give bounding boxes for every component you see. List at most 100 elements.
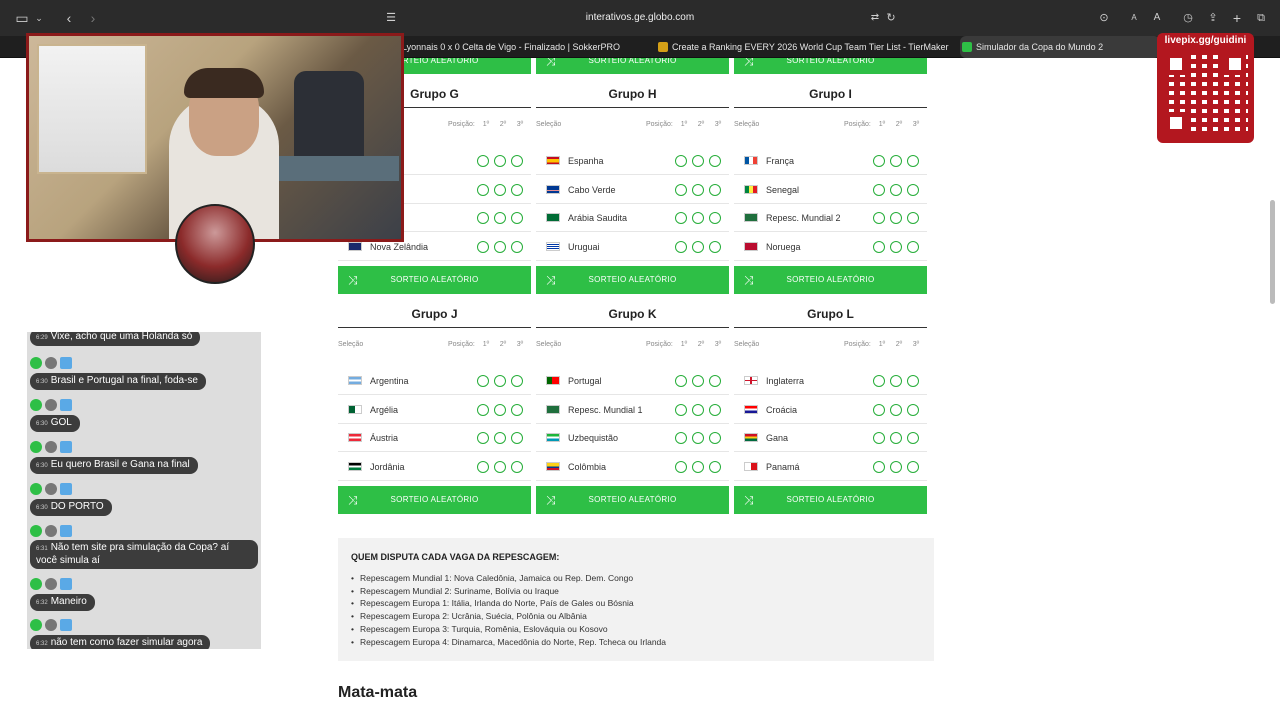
position-3-radio[interactable] — [511, 403, 523, 416]
position-3-radio[interactable] — [709, 183, 721, 196]
position-1-radio[interactable] — [873, 183, 885, 196]
share-icon[interactable]: ⇪ — [1205, 0, 1221, 36]
chat-text: Eu quero Brasil e Gana na final — [50, 459, 190, 470]
position-1-radio[interactable] — [675, 461, 687, 474]
history-icon[interactable]: ◷ — [1180, 0, 1196, 36]
position-2-radio[interactable] — [890, 155, 902, 167]
position-3-radio[interactable] — [907, 155, 919, 167]
position-2-radio[interactable] — [494, 241, 506, 254]
position-3-radio[interactable] — [511, 183, 523, 196]
position-2-radio[interactable] — [692, 241, 704, 254]
position-2-radio[interactable] — [494, 375, 506, 387]
position-1-radio[interactable] — [873, 241, 885, 254]
position-1-radio[interactable] — [675, 183, 687, 196]
position-2-radio[interactable] — [692, 432, 704, 445]
tab-sokkerpro[interactable]: Lyonnais 0 x 0 Celta de Vigo - Finalizad… — [386, 36, 636, 58]
position-2-radio[interactable] — [692, 403, 704, 416]
position-3-radio[interactable] — [709, 461, 721, 474]
position-3-radio[interactable] — [709, 212, 721, 225]
reload-icon[interactable]: ↻ — [884, 0, 898, 36]
position-3-radio[interactable] — [709, 375, 721, 387]
position-2-radio[interactable] — [890, 183, 902, 196]
position-1-radio[interactable] — [873, 432, 885, 445]
position-3-radio[interactable] — [907, 241, 919, 254]
position-3-radio[interactable] — [709, 403, 721, 416]
position-2-radio[interactable] — [890, 241, 902, 254]
sorteio-aleatorio-button[interactable]: ⤨ SORTEIO ALEATÓRIO — [338, 266, 531, 294]
position-3-radio[interactable] — [511, 461, 523, 474]
position-2-radio[interactable] — [890, 432, 902, 445]
sorteio-label: SORTEIO ALEATÓRIO — [786, 495, 875, 504]
position-3-radio[interactable] — [907, 432, 919, 445]
position-3-radio[interactable] — [709, 241, 721, 254]
sorteio-aleatorio-button[interactable]: ⤨ SORTEIO ALEATÓRIO — [338, 486, 531, 514]
position-3-radio[interactable] — [907, 212, 919, 225]
position-2-radio[interactable] — [692, 155, 704, 167]
position-2-radio[interactable] — [494, 403, 506, 416]
position-2-radio[interactable] — [692, 375, 704, 387]
pos-3-label: 3º — [912, 341, 920, 348]
position-2-radio[interactable] — [890, 403, 902, 416]
position-1-radio[interactable] — [477, 241, 489, 254]
position-1-radio[interactable] — [675, 241, 687, 254]
position-3-radio[interactable] — [511, 212, 523, 225]
position-3-radio[interactable] — [511, 375, 523, 387]
position-3-radio[interactable] — [709, 432, 721, 445]
position-2-radio[interactable] — [692, 212, 704, 225]
sorteio-aleatorio-button[interactable]: ⤨ SORTEIO ALEATÓRIO — [536, 266, 729, 294]
position-1-radio[interactable] — [477, 183, 489, 196]
address-bar[interactable]: interativos.ge.globo.com — [0, 0, 1280, 36]
position-3-radio[interactable] — [709, 155, 721, 167]
translate-icon[interactable]: ⇄ — [868, 0, 882, 36]
position-1-radio[interactable] — [477, 375, 489, 387]
tab-overview-icon[interactable]: ⧉ — [1253, 0, 1269, 36]
team-name: Colômbia — [568, 462, 607, 473]
position-1-radio[interactable] — [477, 212, 489, 225]
position-3-radio[interactable] — [511, 432, 523, 445]
sorteio-aleatorio-button[interactable]: ⤨ SORTEIO ALEATÓRIO — [734, 486, 927, 514]
position-1-radio[interactable] — [477, 403, 489, 416]
position-2-radio[interactable] — [494, 155, 506, 167]
font-larger-icon[interactable]: A — [1150, 0, 1164, 36]
position-1-radio[interactable] — [873, 212, 885, 225]
position-2-radio[interactable] — [494, 432, 506, 445]
position-1-radio[interactable] — [873, 461, 885, 474]
position-2-radio[interactable] — [692, 183, 704, 196]
sorteio-aleatorio-button[interactable]: ⤨ SORTEIO ALEATÓRIO — [536, 486, 729, 514]
scrollbar[interactable] — [1270, 200, 1275, 304]
position-3-radio[interactable] — [907, 183, 919, 196]
position-1-radio[interactable] — [477, 432, 489, 445]
position-1-radio[interactable] — [873, 375, 885, 387]
sorteio-aleatorio-button[interactable]: ⤨ SORTEIO ALEATÓRIO — [734, 266, 927, 294]
position-1-radio[interactable] — [477, 155, 489, 167]
position-1-radio[interactable] — [873, 403, 885, 416]
position-2-radio[interactable] — [890, 212, 902, 225]
new-tab-icon[interactable]: + — [1229, 0, 1245, 36]
position-1-radio[interactable] — [675, 155, 687, 167]
team-row: Inglaterra — [734, 367, 927, 395]
position-3-radio[interactable] — [907, 461, 919, 474]
position-2-radio[interactable] — [494, 461, 506, 474]
tab-tiermaker[interactable]: Create a Ranking EVERY 2026 World Cup Te… — [656, 36, 956, 58]
position-1-radio[interactable] — [477, 461, 489, 474]
position-3-radio[interactable] — [907, 375, 919, 387]
position-1-radio[interactable] — [675, 212, 687, 225]
download-icon[interactable]: ⊙ — [1096, 0, 1112, 36]
position-1-radio[interactable] — [675, 403, 687, 416]
sorteio-button-partial[interactable]: ⤨ SORTEIO ALEATÓRIO — [734, 58, 927, 74]
position-1-radio[interactable] — [675, 432, 687, 445]
position-2-radio[interactable] — [494, 183, 506, 196]
tab-simulador[interactable]: Simulador da Copa do Mundo 2 — [960, 36, 1160, 58]
position-3-radio[interactable] — [907, 403, 919, 416]
position-2-radio[interactable] — [890, 461, 902, 474]
position-2-radio[interactable] — [494, 212, 506, 225]
position-1-radio[interactable] — [675, 375, 687, 387]
font-smaller-icon[interactable]: A — [1128, 0, 1140, 36]
position-2-radio[interactable] — [890, 375, 902, 387]
position-3-radio[interactable] — [511, 241, 523, 254]
position-3-radio[interactable] — [511, 155, 523, 167]
sorteio-button-partial[interactable]: ⤨ SORTEIO ALEATÓRIO — [536, 58, 729, 74]
position-1-radio[interactable] — [873, 155, 885, 167]
position-2-radio[interactable] — [692, 461, 704, 474]
selecao-label: Seleção — [536, 341, 562, 348]
